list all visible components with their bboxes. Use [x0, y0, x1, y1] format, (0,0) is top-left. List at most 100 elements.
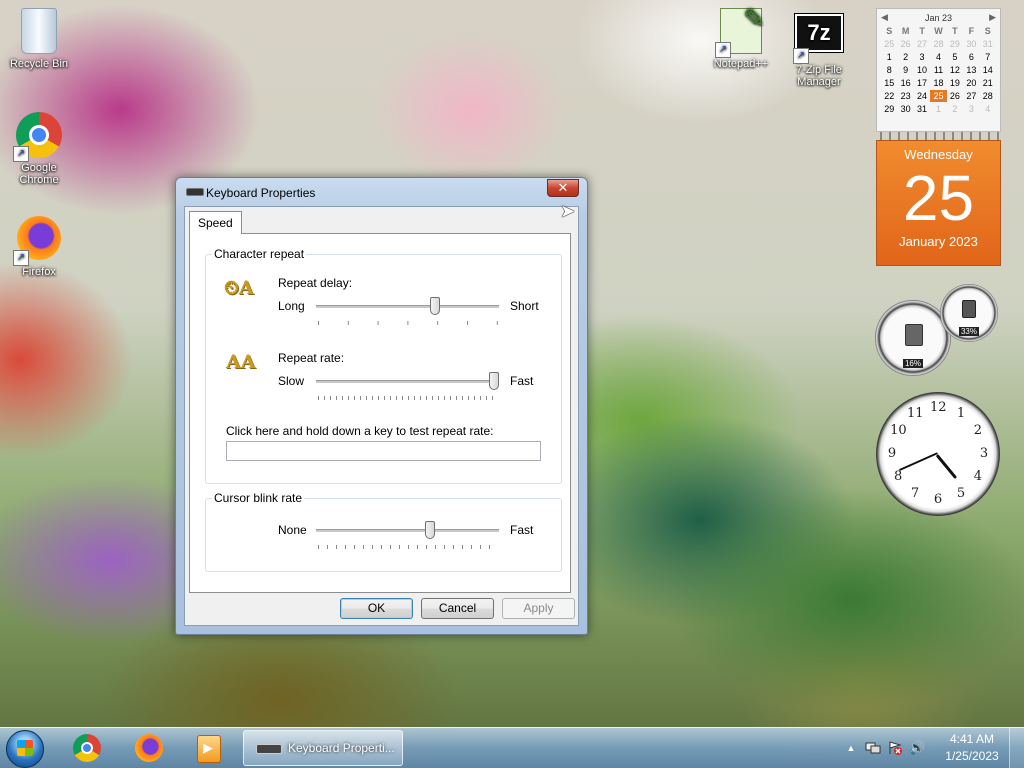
calendar-day-cell[interactable]: 17	[914, 77, 930, 89]
cancel-button[interactable]: Cancel	[421, 598, 494, 619]
calendar-weekday-header: W	[934, 26, 943, 36]
calendar-day-cell[interactable]: 11	[930, 64, 946, 76]
calendar-day-cell[interactable]: 3	[963, 103, 979, 115]
calendar-day-cell[interactable]: 20	[963, 77, 979, 89]
7zip-icon: 7z ↗	[793, 13, 844, 64]
calendar-day-cell[interactable]: 15	[881, 77, 897, 89]
calendar-day-cell[interactable]: 4	[930, 51, 946, 63]
calendar-today-cell[interactable]: 25	[930, 90, 947, 102]
calendar-day-cell[interactable]: 13	[963, 64, 979, 76]
repeat-rate-slider-thumb[interactable]	[489, 372, 499, 390]
calendar-day-cell[interactable]: 6	[963, 51, 979, 63]
shortcut-arrow-icon: ↗	[13, 250, 29, 266]
calendar-day-cell[interactable]: 8	[881, 64, 897, 76]
clock-minute-hand	[898, 452, 938, 472]
calendar-day-cell[interactable]: 2	[897, 51, 913, 63]
taskbar-pin-media-player[interactable]	[184, 731, 234, 765]
clock-numeral: 3	[979, 446, 989, 461]
calendar-prev-button[interactable]: ◀	[881, 12, 888, 23]
calendar-day-cell[interactable]: 16	[897, 77, 913, 89]
desktop-icon-recycle-bin[interactable]: Recycle Bin	[1, 8, 77, 70]
character-repeat-title: Character repeat	[212, 247, 307, 261]
action-center-icon[interactable]	[887, 740, 903, 756]
calendar-day-cell[interactable]: 4	[980, 103, 996, 115]
calendar-day-cell[interactable]: 30	[897, 103, 913, 115]
desktop-icon-7zip[interactable]: 7z ↗ 7-Zip File Manager	[781, 8, 857, 88]
calendar-day-view: Wednesday 25 January 2023	[876, 140, 1001, 266]
calendar-day-cell[interactable]: 31	[914, 103, 930, 115]
taskbar-task-label: Keyboard Properti...	[288, 741, 395, 755]
media-player-icon	[197, 735, 221, 763]
repeat-delay-icon: ⏲A	[224, 277, 254, 299]
network-icon[interactable]	[865, 740, 881, 756]
repeat-delay-ticks	[318, 321, 498, 325]
desktop-icon-chrome[interactable]: ↗ Google Chrome	[1, 112, 77, 186]
show-hidden-icons-button[interactable]: ▲	[843, 740, 859, 756]
calendar-day-number: 25	[902, 162, 975, 234]
calendar-day-cell[interactable]: 22	[881, 90, 897, 102]
calendar-day-cell[interactable]: 19	[947, 77, 963, 89]
calendar-day-cell[interactable]: 10	[914, 64, 930, 76]
start-button[interactable]	[6, 730, 44, 768]
calendar-day-cell[interactable]: 31	[980, 38, 996, 50]
cursor-blink-title: Cursor blink rate	[212, 491, 305, 505]
calendar-day-cell[interactable]: 18	[930, 77, 946, 89]
close-button[interactable]: ✕	[547, 179, 579, 197]
calendar-day-cell[interactable]: 24	[914, 90, 930, 102]
calendar-day-cell[interactable]: 25	[881, 38, 897, 50]
clock-numeral: 8	[894, 469, 903, 484]
clock-gadget[interactable]: 12 1 2 3 4 5 6 7 8 9 10 11	[876, 392, 1000, 516]
taskbar-pin-firefox[interactable]	[124, 731, 174, 765]
taskbar-pin-chrome[interactable]	[62, 731, 112, 765]
cursor-blink-slider[interactable]	[316, 529, 499, 533]
calendar-day-cell[interactable]: 28	[930, 38, 946, 50]
keyboard-properties-window: Keyboard Properties ✕ Speed Character re…	[175, 177, 588, 635]
calendar-day-cell[interactable]: 29	[881, 103, 897, 115]
show-desktop-button[interactable]	[1009, 728, 1024, 768]
calendar-day-cell[interactable]: 12	[947, 64, 963, 76]
calendar-day-cell[interactable]: 2	[947, 103, 963, 115]
repeat-rate-slider[interactable]	[316, 380, 499, 384]
test-repeat-input[interactable]	[226, 441, 541, 461]
calendar-next-button[interactable]: ▶	[989, 12, 996, 23]
calendar-day-cell[interactable]: 28	[980, 90, 996, 102]
repeat-delay-label: Repeat delay:	[278, 276, 353, 290]
calendar-day-cell[interactable]: 9	[897, 64, 913, 76]
calendar-day-name: Wednesday	[904, 147, 973, 162]
calendar-day-cell[interactable]: 3	[914, 51, 930, 63]
repeat-delay-slider[interactable]	[316, 305, 499, 309]
calendar-day-cell[interactable]: 23	[897, 90, 913, 102]
shortcut-arrow-icon: ↗	[793, 48, 809, 64]
calendar-day-cell[interactable]: 7	[980, 51, 996, 63]
repeat-delay-slider-thumb[interactable]	[430, 297, 441, 315]
clock-numeral: 11	[907, 406, 924, 422]
cursor-blink-slider-thumb[interactable]	[424, 521, 435, 539]
repeat-rate-min-label: Slow	[278, 374, 305, 388]
desktop-icon-firefox[interactable]: ↗ Firefox	[1, 216, 77, 278]
calendar-day-cell[interactable]: 5	[947, 51, 963, 63]
calendar-day-cell[interactable]: 27	[914, 38, 930, 50]
calendar-day-cell[interactable]: 1	[881, 51, 897, 63]
taskbar-clock-date[interactable]: 1/25/2023	[936, 749, 1008, 763]
ok-button[interactable]: OK	[340, 598, 413, 619]
calendar-day-cell[interactable]: 21	[980, 77, 996, 89]
apply-button[interactable]: Apply	[502, 598, 575, 619]
desktop-icon-notepadpp[interactable]: ↗ Notepad++	[703, 3, 779, 70]
repeat-delay-max-label: Short	[510, 299, 539, 313]
calendar-day-cell[interactable]: 1	[930, 103, 946, 115]
calendar-gadget[interactable]: ◀ Jan 23 ▶ S M T W T F S 25 26 27 28 29 30 31 1 2 3 4 5 6 7 8…	[876, 8, 1001, 266]
taskbar-task-keyboard-properties[interactable]: Keyboard Properti...	[243, 730, 403, 766]
mouse-pointer-icon: ➤	[560, 201, 576, 221]
calendar-day-cell[interactable]: 26	[947, 90, 963, 102]
calendar-day-cell[interactable]: 29	[947, 38, 963, 50]
tab-speed[interactable]: Speed	[189, 211, 242, 234]
titlebar[interactable]: Keyboard Properties ✕	[176, 178, 587, 206]
calendar-day-cell[interactable]: 30	[963, 38, 979, 50]
chrome-icon	[73, 734, 101, 762]
memory-meter-gadget[interactable]: 33%	[940, 284, 998, 342]
calendar-day-cell[interactable]: 27	[963, 90, 979, 102]
volume-icon[interactable]: 🔊	[909, 740, 925, 756]
calendar-day-cell[interactable]: 14	[980, 64, 996, 76]
taskbar-clock-time[interactable]: 4:41 AM	[942, 732, 1002, 746]
calendar-day-cell[interactable]: 26	[897, 38, 913, 50]
